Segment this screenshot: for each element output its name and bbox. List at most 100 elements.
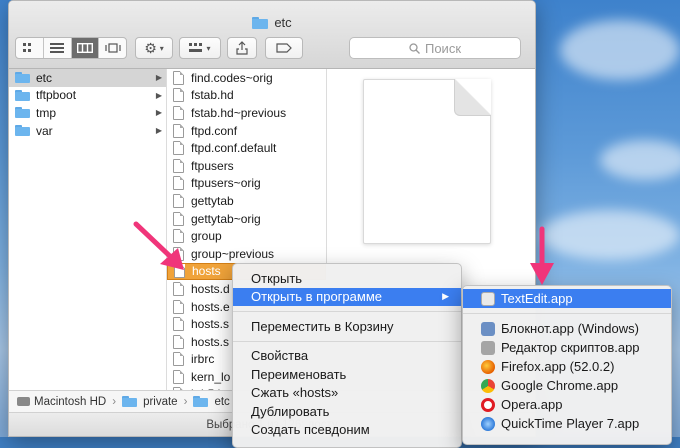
path-item-macintosh-hd[interactable]: Macintosh HD [34, 396, 106, 408]
submenu-item-label: TextEdit.app [501, 291, 573, 306]
folder-icon [15, 107, 30, 119]
file-label: irbrc [191, 352, 215, 367]
file-label: gettytab [191, 193, 234, 208]
document-icon [173, 299, 184, 314]
list-icon [50, 43, 65, 53]
column-view-button[interactable] [71, 38, 100, 58]
menu-item-label: Переместить в Корзину [251, 318, 394, 334]
document-icon [173, 176, 184, 191]
file-label: hosts [192, 264, 221, 279]
file-row[interactable]: group~previous [167, 245, 326, 263]
file-label: hosts.e [191, 299, 230, 314]
file-row[interactable]: fstab.hd [167, 87, 326, 105]
submenu-arrow-icon: ▶ [442, 291, 449, 302]
menu-item-move-to-trash[interactable]: Переместить в Корзину [233, 317, 461, 336]
cover-flow-button[interactable] [99, 38, 126, 58]
menu-item-rename[interactable]: Переименовать [233, 365, 461, 384]
file-row[interactable]: gettytab [167, 192, 326, 210]
folder-icon [15, 72, 30, 84]
menu-separator [463, 313, 671, 314]
chevron-right-icon: ▶ [155, 73, 162, 83]
document-icon [173, 158, 184, 173]
gear-icon: ⚙ [144, 39, 157, 56]
file-row[interactable]: fstab.hd~previous [167, 104, 326, 122]
file-label: group~previous [191, 246, 275, 261]
menu-separator [233, 311, 461, 312]
folder-row-tmp[interactable]: tmp ▶ [9, 104, 166, 122]
file-label: fstab.hd [191, 88, 234, 103]
menu-item-label: Свойства [251, 348, 309, 364]
folder-icon [122, 396, 138, 407]
grid-icon [23, 43, 32, 52]
folder-icon [15, 125, 30, 137]
submenu-item-notepad[interactable]: Блокнот.app (Windows) [463, 319, 671, 338]
file-row[interactable]: ftpd.conf [167, 122, 326, 140]
share-button[interactable] [227, 37, 257, 59]
path-item-private[interactable]: private [143, 396, 178, 408]
file-label: ftpusers~orig [191, 176, 261, 191]
file-row[interactable]: ftpd.conf.default [167, 139, 326, 157]
icon-view-button[interactable] [16, 38, 44, 58]
file-label: fstab.hd~previous [191, 105, 287, 120]
submenu-item-firefox[interactable]: Firefox.app (52.0.2) [463, 357, 671, 376]
document-icon [173, 141, 184, 156]
file-label: group [191, 229, 222, 244]
file-label: hosts.d [191, 281, 230, 296]
document-icon [173, 281, 184, 296]
menu-item-get-info[interactable]: Свойства [233, 347, 461, 366]
tags-button[interactable] [265, 37, 303, 59]
chevron-down-icon: ▾ [206, 43, 211, 53]
folder-row-tftpboot[interactable]: tftpboot ▶ [9, 87, 166, 105]
search-placeholder: Поиск [424, 40, 462, 56]
submenu-item-script-editor[interactable]: Редактор скриптов.app [463, 338, 671, 357]
folder-icon [15, 89, 30, 101]
menu-item-compress[interactable]: Сжать «hosts» [233, 384, 461, 403]
submenu-item-opera[interactable]: Opera.app [463, 395, 671, 414]
action-button[interactable]: ⚙ ▾ [135, 37, 173, 59]
menu-item-make-alias[interactable]: Создать псевдоним [233, 421, 461, 440]
annotation-arrow-icon [530, 226, 554, 285]
folder-label: var [36, 123, 53, 138]
cloud [560, 20, 680, 80]
folder-row-var[interactable]: var ▶ [9, 122, 166, 140]
path-separator-icon: › [112, 395, 117, 408]
chevron-right-icon: ▶ [155, 108, 162, 118]
menu-item-open-with[interactable]: Открыть в программе ▶ [233, 287, 461, 306]
document-icon [173, 193, 184, 208]
file-label: kern_lo [191, 369, 231, 384]
document-icon [173, 352, 184, 367]
search-field[interactable]: Поиск [349, 37, 521, 59]
file-row[interactable]: group [167, 227, 326, 245]
chevron-down-icon: ▾ [159, 43, 164, 53]
menu-separator [233, 340, 461, 342]
arrange-button[interactable]: ▾ [179, 37, 221, 59]
file-row[interactable]: ftpusers~orig [167, 175, 326, 193]
menu-item-duplicate[interactable]: Дублировать [233, 402, 461, 421]
document-icon [173, 88, 184, 103]
firefox-icon [481, 359, 495, 374]
folder-row-etc[interactable]: etc ▶ [9, 69, 166, 87]
submenu-item-chrome[interactable]: Google Chrome.app [463, 376, 671, 395]
chrome-icon [481, 378, 495, 393]
context-menu: Открыть Открыть в программе ▶ Переместить… [232, 263, 462, 448]
file-row[interactable]: find.codes~orig [167, 69, 326, 87]
path-item-etc[interactable]: etc [214, 396, 229, 408]
submenu-item-quicktime[interactable]: QuickTime Player 7.app [463, 414, 671, 433]
file-row[interactable]: ftpusers [167, 157, 326, 175]
file-label: ftpd.conf [191, 123, 238, 138]
folder-label: tmp [36, 105, 57, 120]
file-label: ftpusers [191, 158, 234, 173]
submenu-item-label: Opera.app [501, 397, 563, 412]
notepad-icon [481, 321, 495, 336]
folder-label: tftpboot [36, 88, 77, 103]
list-view-button[interactable] [44, 38, 72, 58]
menu-item-label: Переименовать [251, 366, 347, 382]
menu-item-open[interactable]: Открыть [233, 269, 461, 288]
view-mode-segment[interactable] [15, 37, 127, 59]
document-icon [173, 105, 184, 120]
file-row[interactable]: gettytab~orig [167, 210, 326, 228]
file-label: hosts.s [191, 317, 230, 332]
submenu-item-label: QuickTime Player 7.app [501, 416, 640, 431]
cloud [540, 210, 680, 260]
submenu-item-textedit[interactable]: TextEdit.app [463, 289, 671, 308]
